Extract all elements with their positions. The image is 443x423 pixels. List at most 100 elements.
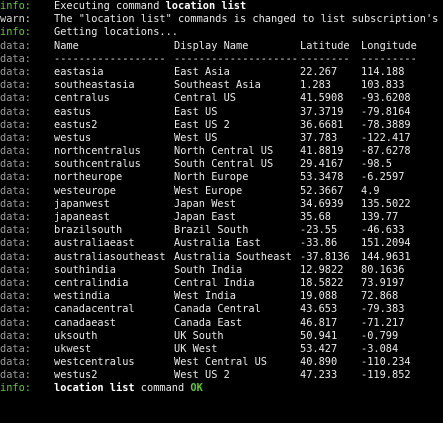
cell-longitude: -110.234 <box>361 356 411 369</box>
data-prefix: data: <box>0 316 31 329</box>
cell-display-name: West India <box>174 290 236 303</box>
cell-name: ukwest <box>54 342 92 355</box>
cell-display-name: Canada East <box>174 316 243 329</box>
cell-longitude: -78.3889 <box>361 118 411 131</box>
table-row: data: brazilsouth Brazil South -23.55 -46.63… <box>0 224 443 237</box>
data-prefix: data: <box>0 65 31 78</box>
cell-name: westindia <box>54 290 110 303</box>
separator-longitude: --------- <box>361 52 417 65</box>
table-row: data: westcentralus West Central US 40.890 -… <box>0 356 443 369</box>
cell-latitude: 41.8819 <box>300 145 344 158</box>
cell-display-name: East US <box>174 105 218 118</box>
table-body: data: eastasia East Asia 22.267 114.188 data:… <box>0 66 443 383</box>
cell-name: australiaeast <box>54 237 135 250</box>
cell-longitude: -122.417 <box>361 131 411 144</box>
cell-name: westus2 <box>54 369 98 382</box>
separator-display-name: -------------------- <box>174 52 298 65</box>
data-prefix: data: <box>0 329 31 342</box>
cell-name: brazilsouth <box>54 224 123 237</box>
cell-latitude: 22.267 <box>300 65 338 78</box>
cell-display-name: Japan West <box>174 197 236 210</box>
table-row: data: southeastasia Southeast Asia 1.283 103… <box>0 79 443 92</box>
cell-name: australiasoutheast <box>54 250 166 263</box>
column-header-latitude: Latitude <box>300 39 350 52</box>
info-line-executing: info: Executing command location list <box>0 0 443 13</box>
warn-message: The "location list" commands is changed … <box>54 13 443 26</box>
cell-name: japaneast <box>54 211 110 223</box>
table-row: data: centralus Central US 41.5908 -93.6208 <box>0 92 443 105</box>
cell-latitude: 43.653 <box>300 303 338 316</box>
info-prefix: info: <box>0 382 31 395</box>
table-header-row: data: Name Display Name Latitude Longitu… <box>0 40 443 53</box>
cell-display-name: Southeast Asia <box>174 79 261 92</box>
cell-display-name: West Central US <box>174 356 267 369</box>
table-row: data: australiaeast Australia East -33.86 15… <box>0 237 443 250</box>
cell-longitude: -46.633 <box>361 224 405 237</box>
table-row: data: uksouth UK South 50.941 -0.799 <box>0 330 443 343</box>
cell-name: westus <box>54 131 92 144</box>
cell-longitude: -6.2597 <box>361 171 405 184</box>
cell-name: japanwest <box>54 197 110 210</box>
terminal-window[interactable]: info: Executing command location list wa… <box>0 0 443 423</box>
cell-latitude: 37.783 <box>300 131 338 144</box>
table-row: data: japanwest Japan West 34.6939 135.5022 <box>0 198 443 211</box>
cell-longitude: -79.383 <box>361 303 405 316</box>
data-prefix: data: <box>0 290 31 303</box>
table-row: data: eastus East US 37.3719 -79.8164 <box>0 106 443 119</box>
cell-name: centralus <box>54 92 110 105</box>
table-row: data: canadacentral Canada Central 43.653 -7… <box>0 303 443 316</box>
cell-longitude: 151.2094 <box>361 237 411 250</box>
cell-latitude: 41.5908 <box>300 92 344 105</box>
table-row: data: northeurope North Europe 53.3478 -6.25… <box>0 171 443 184</box>
table-row: data: eastus2 East US 2 36.6681 -78.3889 <box>0 119 443 132</box>
cell-latitude: 46.817 <box>300 316 338 329</box>
cell-name: centralindia <box>54 276 129 289</box>
cell-longitude: 4.9 <box>361 184 380 197</box>
data-prefix: data: <box>0 118 31 131</box>
cell-name: southcentralus <box>54 158 141 171</box>
cell-name: eastasia <box>54 65 104 78</box>
cell-latitude: -37.8136 <box>300 250 350 263</box>
cell-name: northcentralus <box>54 145 141 158</box>
cell-latitude: 1.283 <box>300 79 331 92</box>
cell-name: southindia <box>54 263 116 276</box>
cell-display-name: North Europe <box>174 171 249 184</box>
table-row: data: westeurope West Europe 52.3667 4.9 <box>0 185 443 198</box>
cell-longitude: 135.5022 <box>361 197 411 210</box>
cell-display-name: East US 2 <box>174 118 230 131</box>
cell-latitude: 35.68 <box>300 211 331 223</box>
executing-text: Executing command <box>54 0 166 12</box>
cell-latitude: 37.3719 <box>300 105 344 118</box>
warn-line: warn: The "location list" commands is ch… <box>0 13 443 26</box>
info-prefix: info: <box>0 0 31 12</box>
cell-longitude: -71.217 <box>361 316 405 329</box>
cell-latitude: 18.5822 <box>300 276 344 289</box>
cell-display-name: Central India <box>174 276 255 289</box>
cell-longitude: -87.6278 <box>361 145 411 158</box>
cell-latitude: 53.3478 <box>300 171 344 184</box>
table-row: data: japaneast Japan East 35.68 139.77 <box>0 211 443 224</box>
cell-display-name: Australia Southeast <box>174 250 292 263</box>
cell-latitude: 40.890 <box>300 356 338 369</box>
cell-longitude: -98.5 <box>361 158 392 171</box>
cell-display-name: Japan East <box>174 211 236 223</box>
data-prefix: data: <box>0 224 31 237</box>
table-row: data: southcentralus South Central US 29.41… <box>0 158 443 171</box>
cell-latitude: 19.088 <box>300 290 338 303</box>
cell-latitude: -33.86 <box>300 237 338 250</box>
cell-latitude: 34.6939 <box>300 197 344 210</box>
data-prefix: data: <box>0 184 31 197</box>
data-prefix: data: <box>0 237 31 250</box>
table-row: data: canadaeast Canada East 46.817 -71.217 <box>0 317 443 330</box>
footer-command-word: command <box>134 382 191 395</box>
data-prefix: data: <box>0 131 31 144</box>
cell-display-name: South Central US <box>174 158 274 171</box>
data-prefix: data: <box>0 158 31 171</box>
cell-name: eastus <box>54 105 92 118</box>
cell-display-name: Canada Central <box>174 303 261 316</box>
data-prefix: data: <box>0 92 31 105</box>
data-prefix: data: <box>0 52 31 65</box>
cell-name: southeastasia <box>54 79 135 92</box>
cell-latitude: 53.427 <box>300 342 338 355</box>
cell-longitude: 139.77 <box>361 211 399 223</box>
